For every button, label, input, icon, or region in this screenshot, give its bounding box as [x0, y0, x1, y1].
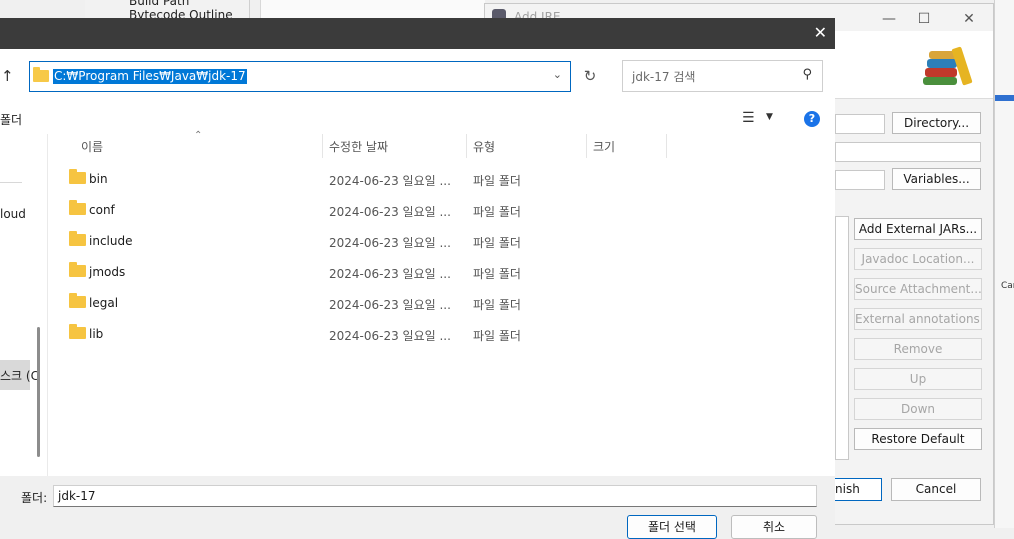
nav-item-cloud[interactable]: loud	[0, 207, 26, 221]
column-header-type[interactable]: 유형	[473, 138, 495, 160]
list-item[interactable]: lib 2024-06-23 일요일 ... 파일 폴더	[48, 319, 833, 349]
item-type: 파일 폴더	[473, 205, 521, 219]
nav-divider	[0, 182, 22, 183]
folder-name-input[interactable]: jdk-17	[53, 485, 817, 507]
list-item[interactable]: legal 2024-06-23 일요일 ... 파일 폴더	[48, 288, 833, 318]
list-item[interactable]: jmods 2024-06-23 일요일 ... 파일 폴더	[48, 257, 833, 287]
chevron-down-icon[interactable]: ▼	[766, 112, 773, 122]
close-icon[interactable]: ✕	[959, 9, 979, 29]
up-arrow-icon[interactable]: ↑	[1, 67, 14, 85]
folder-label: 폴더:	[21, 491, 48, 505]
navigation-pane: loud 스크 (C	[0, 134, 48, 476]
item-type: 파일 폴더	[473, 329, 521, 343]
folder-icon	[69, 231, 86, 246]
add-external-jars-button[interactable]: Add External JARs...	[854, 218, 982, 240]
list-item[interactable]: include 2024-06-23 일요일 ... 파일 폴더	[48, 226, 833, 256]
folder-icon	[69, 262, 86, 277]
search-icon[interactable]: ⚲	[802, 67, 812, 82]
file-list: ⌃ 이름 수정한 날짜 유형 크기 bin 2024-06-23 일요일 ...…	[48, 130, 833, 476]
list-item[interactable]: bin 2024-06-23 일요일 ... 파일 폴더	[48, 164, 833, 194]
variables-button[interactable]: Variables...	[892, 168, 981, 190]
search-box[interactable]: jdk-17 검색 ⚲	[622, 60, 823, 92]
item-date: 2024-06-23 일요일 ...	[329, 236, 451, 250]
item-type: 파일 폴더	[473, 236, 521, 250]
right-background-strip: Can	[994, 0, 1014, 528]
item-name: include	[89, 234, 133, 248]
chevron-down-icon[interactable]: ⌄	[553, 68, 562, 81]
list-item[interactable]: conf 2024-06-23 일요일 ... 파일 폴더	[48, 195, 833, 225]
cancel-button[interactable]: 취소	[731, 515, 817, 539]
right-strip-label: Can	[1001, 281, 1014, 291]
menu-item-build-path[interactable]: Build Path	[129, 0, 189, 8]
jre-cancel-button[interactable]: Cancel	[891, 478, 981, 501]
column-header-date[interactable]: 수정한 날짜	[329, 138, 388, 160]
item-date: 2024-06-23 일요일 ...	[329, 205, 451, 219]
help-icon[interactable]: ?	[804, 111, 820, 127]
column-divider[interactable]	[666, 134, 667, 158]
item-date: 2024-06-23 일요일 ...	[329, 267, 451, 281]
column-header-size[interactable]: 크기	[593, 138, 615, 160]
folder-icon	[69, 324, 86, 339]
sort-caret-icon: ⌃	[194, 130, 203, 141]
address-bar[interactable]: C:₩Program Files₩Java₩jdk-17 ⌄	[29, 61, 571, 92]
restore-default-button[interactable]: Restore Default	[854, 428, 982, 450]
selection-bar	[995, 95, 1014, 101]
books-icon	[923, 46, 973, 86]
remove-button[interactable]: Remove	[854, 338, 982, 360]
select-folder-button[interactable]: 폴더 선택	[627, 515, 717, 539]
external-annotations-button[interactable]: External annotations...	[854, 308, 982, 330]
folder-icon	[69, 200, 86, 215]
source-attachment-button[interactable]: Source Attachment...	[854, 278, 982, 300]
item-type: 파일 폴더	[473, 298, 521, 312]
new-folder-button[interactable]: 폴더	[0, 111, 22, 128]
nav-scrollbar[interactable]	[37, 327, 40, 457]
background-editor-strip	[260, 0, 485, 18]
jre-libraries-list[interactable]	[835, 216, 849, 460]
folder-icon	[33, 67, 49, 82]
folder-icon	[69, 293, 86, 308]
directory-button[interactable]: Directory...	[892, 112, 981, 134]
nav-item-local-disk-label: 스크 (C	[0, 369, 39, 383]
dialog-footer: 폴더: jdk-17 폴더 선택 취소	[0, 476, 835, 539]
down-button[interactable]: Down	[854, 398, 982, 420]
item-name: legal	[89, 296, 119, 310]
view-options-icon[interactable]: ☰	[742, 110, 755, 126]
javadoc-location-button[interactable]: Javadoc Location...	[854, 248, 982, 270]
item-name: conf	[89, 203, 115, 217]
jre-banner	[835, 31, 993, 99]
dialog-toolbar: 폴더 ☰ ▼ ?	[0, 104, 835, 134]
vm-args-input[interactable]	[835, 170, 885, 190]
dialog-title-bar: ✕	[0, 18, 835, 49]
jre-name-input[interactable]	[835, 142, 981, 162]
item-name: bin	[89, 172, 108, 186]
column-divider[interactable]	[466, 134, 467, 158]
minimize-icon[interactable]: —	[879, 9, 899, 29]
item-date: 2024-06-23 일요일 ...	[329, 174, 451, 188]
finish-button[interactable]: nish	[835, 478, 882, 501]
finish-button-label: nish	[835, 482, 860, 496]
item-name: lib	[89, 327, 104, 341]
folder-icon	[69, 169, 86, 184]
maximize-icon[interactable]: ☐	[914, 9, 934, 29]
search-input[interactable]: jdk-17 검색	[632, 68, 695, 85]
up-button[interactable]: Up	[854, 368, 982, 390]
item-type: 파일 폴더	[473, 174, 521, 188]
nav-item-local-disk[interactable]: 스크 (C	[0, 360, 39, 390]
jre-home-input[interactable]	[835, 114, 885, 134]
item-name: jmods	[89, 265, 126, 279]
column-divider[interactable]	[322, 134, 323, 158]
column-header-name[interactable]: 이름	[81, 138, 103, 160]
close-icon[interactable]: ✕	[814, 24, 827, 42]
column-divider[interactable]	[586, 134, 587, 158]
item-date: 2024-06-23 일요일 ...	[329, 329, 451, 343]
item-date: 2024-06-23 일요일 ...	[329, 298, 451, 312]
address-path[interactable]: C:₩Program Files₩Java₩jdk-17	[53, 69, 247, 84]
item-type: 파일 폴더	[473, 267, 521, 281]
refresh-icon[interactable]: ↻	[577, 63, 603, 89]
